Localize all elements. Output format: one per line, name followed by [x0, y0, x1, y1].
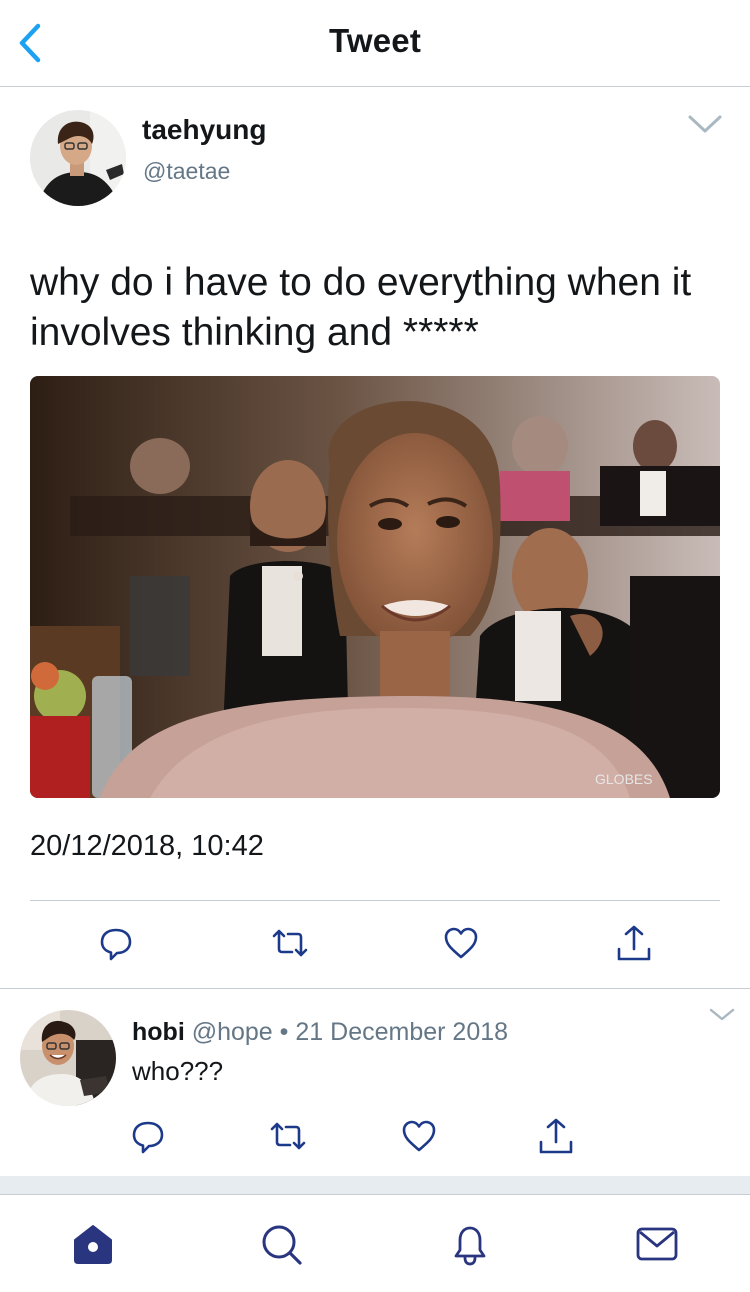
reply-author-handle[interactable]: @hope: [192, 1018, 273, 1046]
like-icon: [402, 1120, 436, 1152]
like-icon: [444, 927, 478, 959]
retweet-button[interactable]: [268, 921, 312, 965]
page-title: Tweet: [328, 22, 422, 59]
tab-home[interactable]: [69, 1220, 117, 1268]
media-photo: GLOBES: [30, 376, 720, 798]
share-icon: [539, 1118, 573, 1154]
tweet-timestamp: 20/12/2018, 10:42: [30, 830, 264, 862]
reply-retweet-button[interactable]: [266, 1114, 310, 1158]
tweet-options-button[interactable]: [686, 112, 724, 136]
timeline-gap: [0, 1176, 750, 1195]
retweet-icon: [272, 929, 308, 957]
author-avatar[interactable]: [30, 110, 126, 206]
media-watermark: GLOBES: [595, 771, 653, 787]
author-name[interactable]: taehyung: [142, 114, 266, 146]
reply-author-avatar[interactable]: [20, 1010, 116, 1106]
chevron-down-icon: [709, 1008, 735, 1021]
like-button[interactable]: [439, 921, 483, 965]
messages-icon: [636, 1227, 678, 1261]
reply-button[interactable]: [94, 921, 138, 965]
home-icon: [74, 1225, 112, 1264]
share-icon: [617, 925, 651, 961]
reply-text: who???: [132, 1056, 224, 1086]
reply-header: hobi @hope • 21 December 2018: [132, 1018, 508, 1047]
separator-dot: •: [279, 1018, 289, 1046]
reply-options-button[interactable]: [708, 1006, 736, 1024]
tab-notifications[interactable]: [446, 1220, 494, 1268]
notifications-icon: [454, 1226, 486, 1266]
search-icon: [262, 1225, 302, 1265]
author-handle[interactable]: @taetae: [143, 158, 230, 185]
reply-share-button[interactable]: [534, 1114, 578, 1158]
reply-like-button[interactable]: [397, 1114, 441, 1158]
tweet-text: why do i have to do everything when it i…: [30, 261, 692, 354]
reply-icon: [100, 928, 132, 961]
tweet-media-image[interactable]: GLOBES: [30, 376, 720, 798]
reply-reply-button[interactable]: [126, 1114, 170, 1158]
share-button[interactable]: [612, 921, 656, 965]
reply-author-name[interactable]: hobi: [132, 1018, 185, 1046]
tab-messages[interactable]: [633, 1220, 681, 1268]
avatar-photo: [30, 110, 126, 206]
reply-date: 21 December 2018: [295, 1018, 509, 1046]
avatar-photo: [20, 1010, 116, 1106]
reply-icon: [132, 1121, 164, 1154]
chevron-down-icon: [688, 115, 722, 133]
divider: [0, 988, 750, 989]
divider: [30, 900, 720, 901]
tab-search[interactable]: [257, 1220, 305, 1268]
retweet-icon: [270, 1122, 306, 1150]
